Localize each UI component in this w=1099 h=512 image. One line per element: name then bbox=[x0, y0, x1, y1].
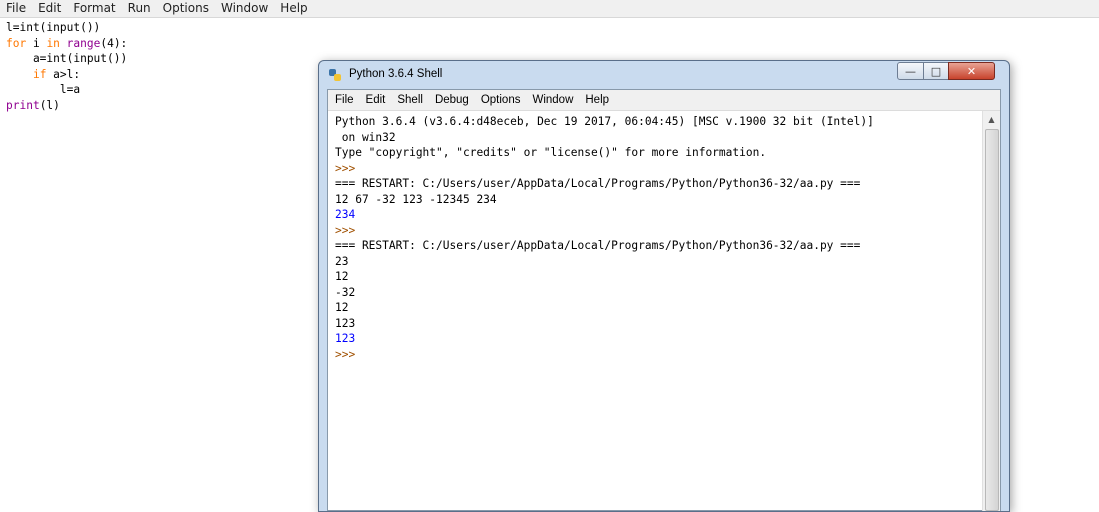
editor-menu-options[interactable]: Options bbox=[157, 0, 215, 17]
code-line: print(l) bbox=[6, 98, 127, 114]
code-token: a>l: bbox=[46, 67, 81, 81]
shell-title: Python 3.6.4 Shell bbox=[349, 68, 443, 80]
shell-output[interactable]: Python 3.6.4 (v3.6.4:d48eceb, Dec 19 201… bbox=[335, 114, 975, 362]
shell-menu-shell[interactable]: Shell bbox=[390, 90, 428, 110]
shell-menu-window[interactable]: Window bbox=[525, 90, 578, 110]
shell-line: 23 bbox=[335, 254, 349, 268]
code-token: for bbox=[6, 36, 27, 50]
shell-line: 12 bbox=[335, 270, 349, 283]
scroll-up-arrow-icon[interactable]: ▲ bbox=[983, 111, 1000, 128]
shell-menu-debug[interactable]: Debug bbox=[428, 90, 474, 110]
code-token: print bbox=[6, 98, 40, 112]
minimize-button[interactable]: — bbox=[897, 62, 924, 80]
shell-line: on win32 bbox=[335, 130, 396, 144]
shell-line: 12 bbox=[335, 301, 349, 314]
editor-code-area[interactable]: l=int(input()) for i in range(4): a=int(i… bbox=[6, 20, 127, 113]
shell-line: Python 3.6.4 (v3.6.4:d48eceb, Dec 19 201… bbox=[335, 115, 874, 128]
shell-prompt: >>> bbox=[335, 161, 356, 175]
shell-line: Type "copyright", "credits" or "license(… bbox=[335, 146, 767, 159]
editor-menu-run[interactable]: Run bbox=[122, 0, 157, 17]
code-token: if bbox=[32, 67, 47, 81]
code-line: l=int(input()) bbox=[6, 20, 127, 36]
code-token: i bbox=[26, 36, 47, 50]
shell-line: 123 bbox=[335, 332, 356, 345]
code-token: l=a bbox=[6, 83, 81, 96]
shell-menu-help[interactable]: Help bbox=[578, 90, 614, 110]
shell-line: 12 67 -32 123 -12345 234 bbox=[335, 192, 497, 206]
shell-menu-edit[interactable]: Edit bbox=[359, 90, 391, 110]
shell-line: === RESTART: C:/Users/user/AppData/Local… bbox=[335, 177, 861, 190]
editor-menu-file[interactable]: File bbox=[0, 0, 32, 17]
scroll-thumb[interactable] bbox=[985, 129, 999, 511]
editor-menu-help[interactable]: Help bbox=[274, 0, 313, 17]
editor-menu-edit[interactable]: Edit bbox=[32, 0, 67, 17]
code-line: for i in range(4): bbox=[6, 36, 127, 52]
shell-line: 234 bbox=[335, 208, 356, 221]
shell-line: === RESTART: C:/Users/user/AppData/Local… bbox=[335, 239, 861, 252]
shell-titlebar[interactable]: Python 3.6.4 Shell — □ ✕ bbox=[319, 61, 1009, 88]
shell-menu-file[interactable]: File bbox=[328, 90, 359, 110]
shell-line: -32 bbox=[335, 285, 356, 299]
shell-client-area: File Edit Shell Debug Options Window Help Pyth… bbox=[327, 89, 1001, 511]
code-token: l=int(input()) bbox=[6, 21, 101, 34]
editor-menubar: File Edit Format Run Options Window Help bbox=[0, 0, 1099, 18]
shell-line: 123 bbox=[335, 316, 356, 330]
close-button[interactable]: ✕ bbox=[948, 62, 995, 80]
code-token: (4): bbox=[100, 36, 128, 50]
vertical-scrollbar[interactable]: ▲ bbox=[982, 111, 1000, 511]
shell-menubar: File Edit Shell Debug Options Window Help bbox=[328, 90, 1000, 111]
shell-prompt: >>> bbox=[335, 347, 356, 361]
python-logo-icon bbox=[329, 69, 341, 81]
shell-menu-options[interactable]: Options bbox=[474, 90, 526, 110]
code-line: if a>l: bbox=[6, 67, 127, 83]
code-token: in bbox=[46, 36, 60, 50]
code-token: range bbox=[59, 36, 101, 50]
code-line: l=a bbox=[6, 82, 127, 98]
code-line: a=int(input()) bbox=[6, 51, 127, 67]
maximize-button[interactable]: □ bbox=[923, 62, 949, 80]
editor-menu-format[interactable]: Format bbox=[67, 0, 121, 17]
code-token: (l) bbox=[39, 98, 60, 112]
editor-menu-window[interactable]: Window bbox=[215, 0, 274, 17]
code-token: a=int(input()) bbox=[6, 52, 128, 65]
shell-prompt: >>> bbox=[335, 223, 356, 237]
python-shell-window: Python 3.6.4 Shell — □ ✕ File Edit Shell De… bbox=[318, 60, 1010, 512]
